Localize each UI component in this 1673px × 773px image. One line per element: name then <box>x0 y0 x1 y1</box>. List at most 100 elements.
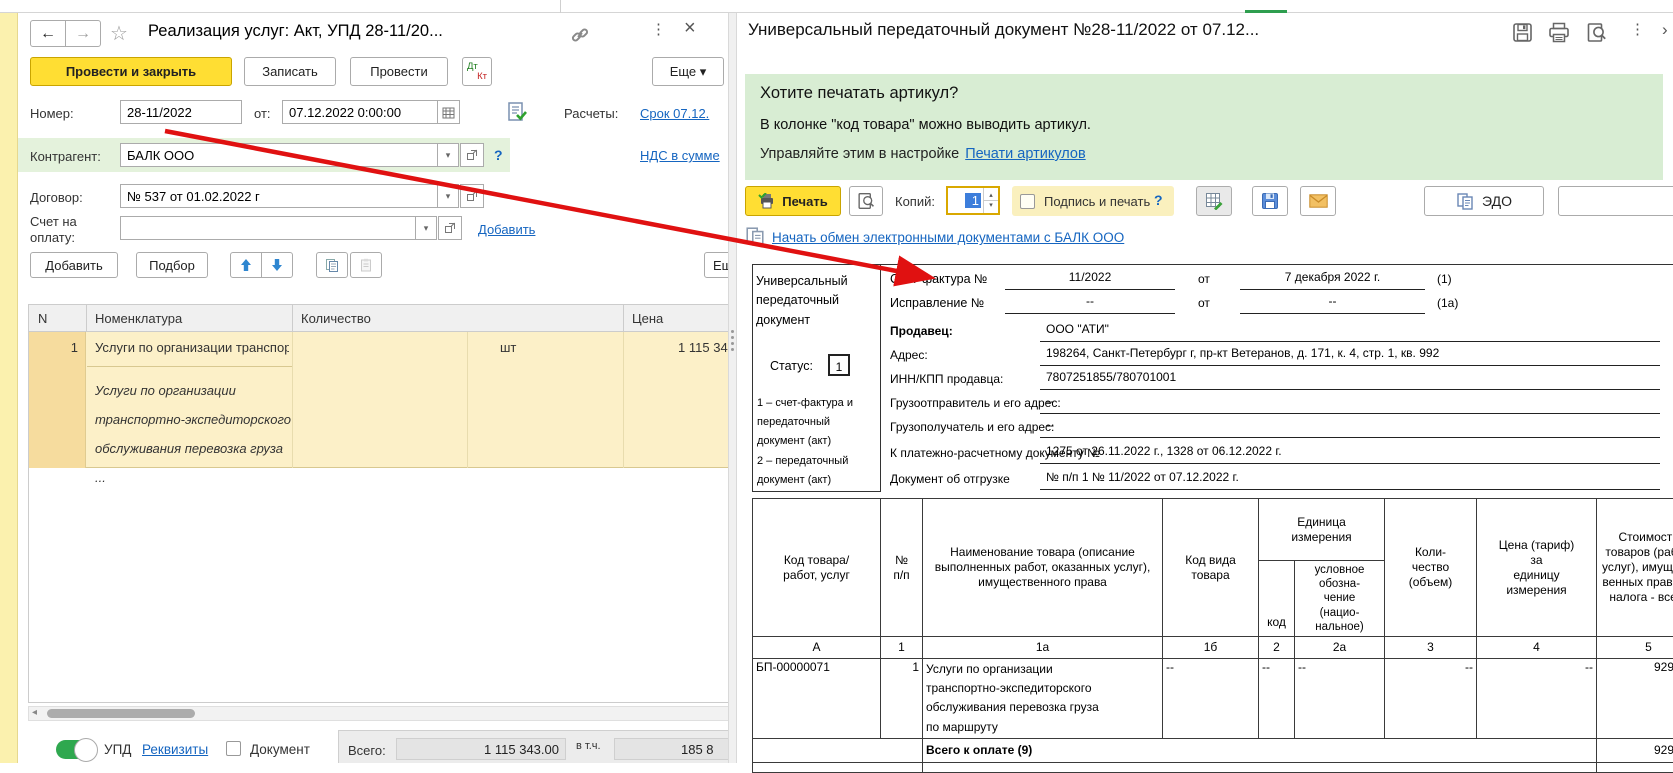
ptable-header-name: Наименование товара (описание выполненны… <box>923 499 1163 637</box>
move-up-button[interactable] <box>230 252 262 278</box>
back-arrow-icon: ← <box>40 25 56 43</box>
counterparty-input[interactable]: БАЛК ООО <box>120 143 438 167</box>
column-header-quantity[interactable]: Количество <box>301 311 371 326</box>
date-input[interactable]: 07.12.2022 0:00:00 <box>282 100 438 124</box>
back-button[interactable]: ← <box>30 20 66 47</box>
counterparty-open-icon[interactable] <box>460 143 484 167</box>
forward-arrow-icon: → <box>75 25 91 43</box>
sign-help-icon[interactable]: ? <box>1154 192 1163 208</box>
column-header-n[interactable]: N <box>38 311 47 326</box>
ptable-cell-code: БП-00000071 <box>753 659 881 739</box>
move-down-button[interactable] <box>261 252 293 278</box>
ptable-total-empty <box>753 738 923 762</box>
print-button[interactable]: Печать <box>745 186 841 216</box>
kebab-menu-icon[interactable]: ⋮ <box>651 20 666 38</box>
copies-stepper[interactable]: 1 ▴▾ <box>946 186 1000 215</box>
header-divider <box>86 305 87 332</box>
post-and-close-button[interactable]: Провести и закрыть <box>30 57 232 86</box>
window-chevron-icon[interactable]: › <box>1662 20 1668 40</box>
printer-icon[interactable] <box>1548 22 1570 43</box>
banner-title: Хотите печатать артикул? <box>760 84 958 103</box>
ptable-index-row: А 1 1а 1б 2 2а 3 4 5 <box>753 637 1673 659</box>
counterparty-dropdown-icon[interactable]: ▾ <box>437 143 459 167</box>
save-icon[interactable] <box>1512 22 1533 43</box>
ptable-index-cell: 4 <box>1477 637 1597 659</box>
requisites-link[interactable]: Реквизиты <box>142 742 208 757</box>
forward-button[interactable]: → <box>65 20 101 47</box>
active-tab-indicator <box>1245 10 1287 13</box>
row-divider <box>292 332 293 468</box>
items-pick-button[interactable]: Подбор <box>136 252 208 278</box>
ptable-header-cost: Стоимость товаров (работ, услуг), имущес… <box>1597 499 1673 637</box>
exchange-icon <box>745 226 765 246</box>
row-unit-value: шт <box>500 340 516 355</box>
items-add-label: Добавить <box>45 258 102 273</box>
invoice-dropdown-icon[interactable]: ▾ <box>415 216 437 240</box>
dtkt-button[interactable]: Дт Кт <box>462 57 492 86</box>
splitter-handle-icon[interactable] <box>731 330 734 351</box>
edit-layout-button[interactable] <box>1196 186 1232 216</box>
doc-mark1: (1) <box>1437 272 1452 286</box>
horizontal-scrollbar[interactable]: ◂ <box>28 706 745 721</box>
sign-and-print-checkbox[interactable] <box>1020 194 1035 209</box>
preview-button[interactable] <box>849 186 883 216</box>
calendar-icon[interactable] <box>437 100 460 124</box>
edo-button[interactable]: ЭДО <box>1424 186 1544 216</box>
items-pick-label: Подбор <box>149 258 195 273</box>
print-kebab-menu-icon[interactable]: ⋮ <box>1630 20 1645 38</box>
preview-icon[interactable] <box>1586 22 1607 43</box>
document-checkbox[interactable] <box>226 741 241 756</box>
vat-link[interactable]: НДС в сумме <box>640 148 720 163</box>
window-title: Реализация услуг: Акт, УПД 28-11/20... <box>148 22 556 41</box>
paste-row-button[interactable] <box>350 252 382 278</box>
invoice-open-icon[interactable] <box>438 216 462 240</box>
row-nomenclature-value: Услуги по организации транспор... <box>95 340 289 355</box>
copy-row-button[interactable] <box>316 252 348 278</box>
save-file-button[interactable] <box>1252 186 1288 216</box>
article-settings-link[interactable]: Печати артикулов <box>965 146 1085 162</box>
favorite-star-icon[interactable]: ☆ <box>110 21 128 46</box>
items-table-border <box>28 332 29 703</box>
incl-label: в т.ч. <box>576 740 601 752</box>
settlements-doc-icon[interactable] <box>506 101 528 123</box>
arrow-up-icon <box>240 258 252 272</box>
invoice-input[interactable] <box>120 216 416 240</box>
stepper-arrows[interactable]: ▴▾ <box>983 188 998 213</box>
contract-open-icon[interactable] <box>460 184 484 208</box>
window-splitter[interactable] <box>728 13 737 763</box>
settlements-term-link[interactable]: Срок 07.12. <box>640 106 709 121</box>
ptable-index-cell: 2а <box>1295 637 1385 659</box>
write-button[interactable]: Записать <box>244 57 336 86</box>
write-label: Записать <box>262 64 318 79</box>
copy-icon <box>325 258 339 272</box>
copies-value: 1 <box>965 193 981 208</box>
doc-box-border <box>752 491 881 492</box>
invoice-add-link[interactable]: Добавить <box>478 222 535 237</box>
upd-toggle[interactable] <box>56 740 94 759</box>
counterparty-help-icon[interactable]: ? <box>494 147 503 163</box>
ptable-index-cell: 1 <box>881 637 923 659</box>
banner-manage-prefix: Управляйте этим в настройке <box>760 146 959 162</box>
contract-dropdown-icon[interactable]: ▾ <box>437 184 459 208</box>
scroll-left-icon[interactable]: ◂ <box>32 707 37 718</box>
column-header-price[interactable]: Цена <box>632 311 663 326</box>
doc-row-value: 7807251855/780701001 <box>1040 370 1660 390</box>
post-button[interactable]: Провести <box>350 57 448 86</box>
print-button-icon <box>758 193 776 209</box>
ptable-header-code: Код товара/ работ, услуг <box>753 499 881 637</box>
doc-from-label: от <box>1198 272 1210 286</box>
ptable-header-qty: Коли- чество (объем) <box>1385 499 1477 637</box>
toolbar-extra-button[interactable] <box>1558 186 1673 216</box>
close-icon[interactable]: × <box>684 17 696 40</box>
ptable-cell-qty: -- <box>1385 659 1477 739</box>
more-button[interactable]: Еще ▾ <box>652 57 724 86</box>
items-add-button[interactable]: Добавить <box>30 252 118 278</box>
start-edo-exchange-link[interactable]: Начать обмен электронными документами с … <box>772 230 1124 245</box>
send-email-button[interactable] <box>1300 186 1336 216</box>
get-link-icon[interactable] <box>570 25 590 45</box>
column-header-nomenclature[interactable]: Номенклатура <box>95 311 182 326</box>
contract-input[interactable]: № 537 от 01.02.2022 г <box>120 184 438 208</box>
print-window-title: Универсальный передаточный документ №28-… <box>748 20 1500 40</box>
number-input[interactable]: 28-11/2022 <box>120 100 242 124</box>
scrollbar-thumb[interactable] <box>47 709 195 718</box>
